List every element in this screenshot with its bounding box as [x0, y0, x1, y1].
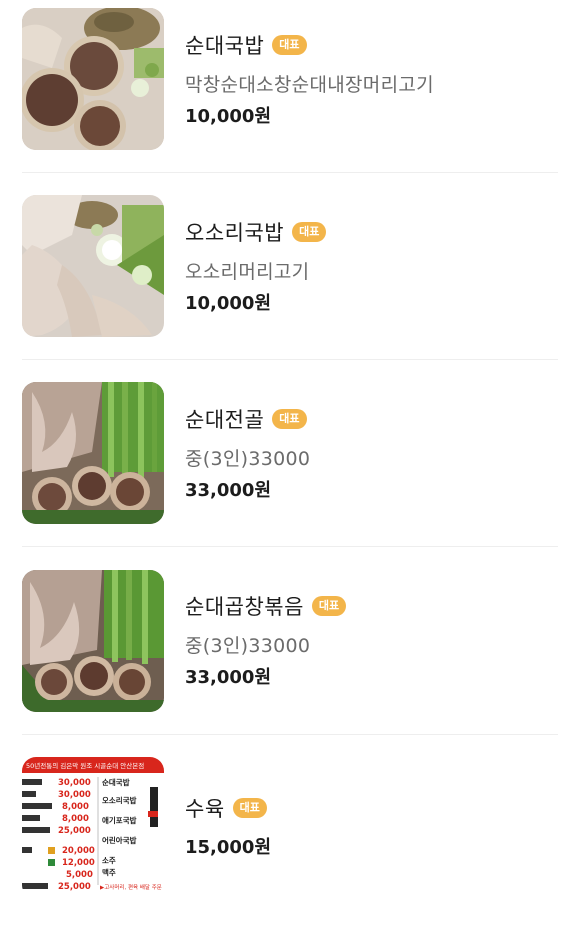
- svg-text:순대국밥: 순대국밥: [102, 777, 130, 787]
- board-header: 50년전통의 김은막 원조 시골순대 안산본점: [26, 761, 144, 770]
- svg-text:애기포국밥: 애기포국밥: [102, 815, 137, 825]
- menu-name: 순대곱창볶음: [185, 595, 304, 619]
- svg-text:25,000: 25,000: [58, 826, 91, 836]
- menu-item-info: 순대전골 대표 중(3인)33000 33,000원: [185, 404, 310, 502]
- menu-name: 수육: [185, 797, 225, 821]
- menu-name: 순대전골: [185, 408, 265, 432]
- signature-badge: 대표: [272, 35, 307, 55]
- menu-board-photo: 50년전통의 김은막 원조 시골순대 안산본점 30,000 30,000 8,…: [22, 757, 164, 899]
- signature-badge: 대표: [272, 409, 307, 429]
- svg-text:30,000: 30,000: [58, 790, 91, 800]
- name-row: 순대전골 대표: [185, 404, 310, 434]
- menu-description: 막창순대소창순대내장머리고기: [185, 74, 434, 96]
- svg-text:5,000: 5,000: [66, 870, 93, 880]
- svg-text:소주: 소주: [102, 856, 116, 865]
- menu-description: 중(3인)33000: [185, 448, 311, 470]
- sundae-jeongol-photo: [22, 382, 164, 524]
- menu-list: 순대국밥 대표 막창순대소창순대내장머리고기 10,000원 오소리국밥 대표 …: [0, 0, 580, 915]
- menu-item-osori-gukbap[interactable]: 오소리국밥 대표 오소리머리고기 10,000원: [0, 187, 580, 374]
- menu-name: 순대국밥: [185, 34, 265, 58]
- svg-text:12,000: 12,000: [62, 858, 95, 868]
- name-row: 순대국밥 대표: [185, 30, 434, 60]
- divider: [22, 734, 558, 735]
- signature-badge: 대표: [232, 798, 267, 818]
- menu-price: 10,000원: [185, 106, 272, 127]
- signature-badge: 대표: [292, 222, 327, 242]
- svg-text:30,000: 30,000: [58, 778, 91, 788]
- svg-text:20,000: 20,000: [62, 846, 95, 856]
- osori-gukbap-photo: [22, 195, 164, 337]
- menu-price: 10,000원: [185, 293, 272, 314]
- sundae-gukbap-photo: [22, 8, 164, 150]
- menu-item-suyuk[interactable]: 50년전통의 김은막 원조 시골순대 안산본점 30,000 30,000 8,…: [0, 749, 580, 936]
- divider: [22, 359, 558, 360]
- signature-badge: 대표: [311, 596, 347, 616]
- svg-text:▶고사머리, 편육 배달 주문: ▶고사머리, 편육 배달 주문: [100, 883, 162, 891]
- menu-price: 15,000원: [185, 837, 272, 858]
- menu-description: 오소리머리고기: [185, 261, 310, 283]
- svg-text:오소리국밥: 오소리국밥: [102, 795, 137, 805]
- sundae-gopchang-photo: [22, 570, 164, 712]
- menu-price: 33,000원: [185, 480, 272, 501]
- svg-text:어린아국밥: 어린아국밥: [102, 835, 137, 845]
- svg-text:맥주: 맥주: [102, 867, 116, 877]
- menu-item-info: 오소리국밥 대표 오소리머리고기 10,000원: [185, 217, 327, 315]
- divider: [22, 546, 558, 547]
- menu-item-sundae-jeongol[interactable]: 순대전골 대표 중(3인)33000 33,000원: [0, 374, 580, 561]
- menu-description: 중(3인)33000: [185, 635, 311, 657]
- name-row: 수육 대표: [185, 793, 271, 823]
- menu-price: 33,000원: [185, 667, 272, 688]
- menu-item-sundae-gukbap[interactable]: 순대국밥 대표 막창순대소창순대내장머리고기 10,000원: [0, 0, 580, 187]
- svg-text:25,000: 25,000: [58, 882, 91, 892]
- name-row: 순대곱창볶음 대표: [185, 591, 347, 621]
- menu-item-info: 수육 대표 15,000원: [185, 793, 271, 859]
- svg-text:8,000: 8,000: [62, 802, 89, 812]
- menu-item-sundae-gopchang[interactable]: 순대곱창볶음 대표 중(3인)33000 33,000원: [0, 561, 580, 748]
- name-row: 오소리국밥 대표: [185, 217, 327, 247]
- svg-text:8,000: 8,000: [62, 814, 89, 824]
- menu-item-info: 순대곱창볶음 대표 중(3인)33000 33,000원: [185, 591, 347, 689]
- menu-name: 오소리국밥: [185, 221, 285, 245]
- divider: [22, 172, 558, 173]
- menu-item-info: 순대국밥 대표 막창순대소창순대내장머리고기 10,000원: [185, 30, 434, 128]
